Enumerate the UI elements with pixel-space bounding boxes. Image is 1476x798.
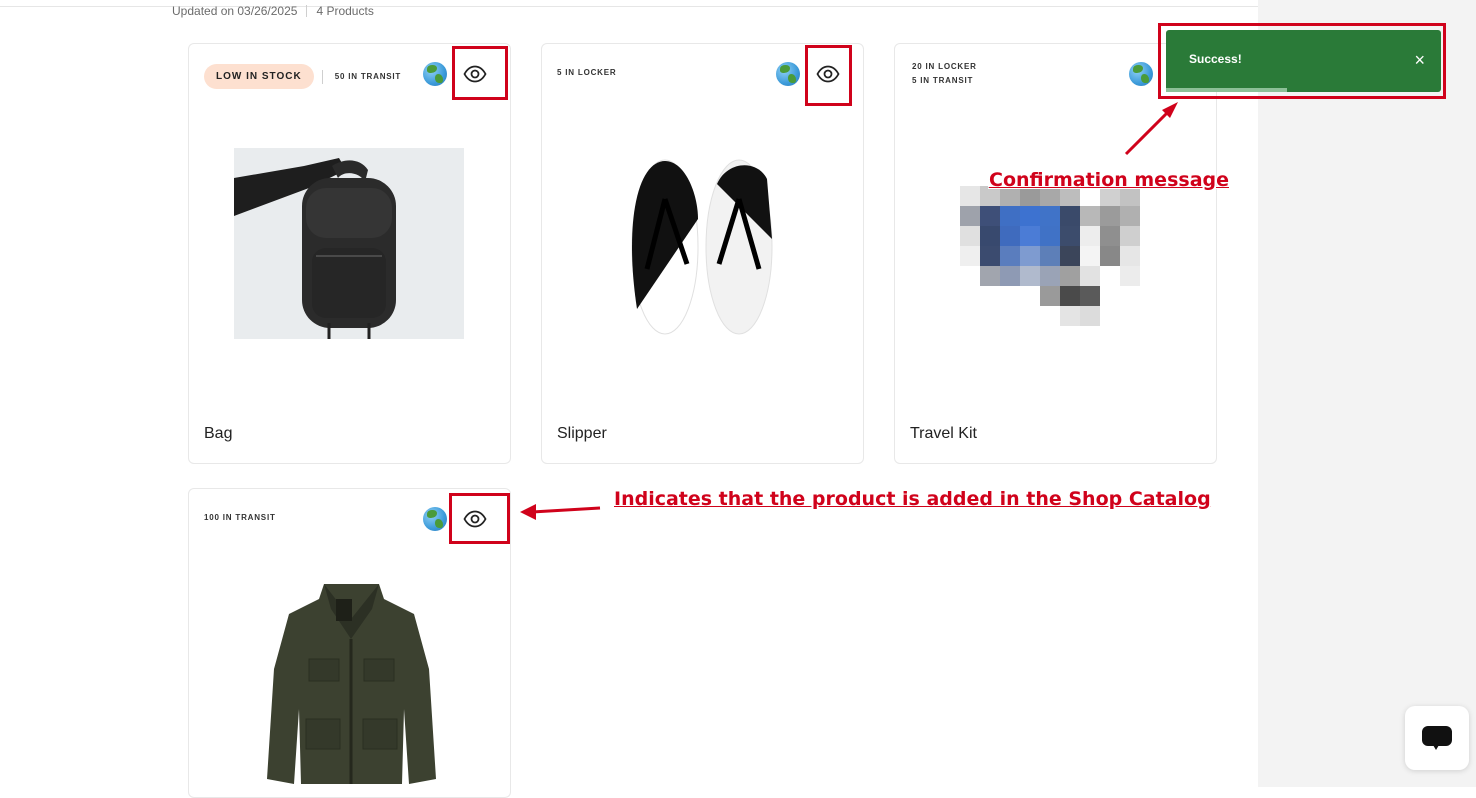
product-image-bag <box>234 148 464 339</box>
meta-separator <box>306 5 308 17</box>
products-count: 4 Products <box>316 4 374 18</box>
stock-separator <box>321 69 323 84</box>
product-name[interactable]: Bag <box>204 425 232 443</box>
eye-highlight-box <box>449 493 510 544</box>
eye-highlight-box <box>452 46 508 100</box>
annotation-confirmation: Confirmation message <box>989 169 1229 191</box>
stock-info: LOW IN STOCK 50 IN TRANSIT <box>204 64 401 89</box>
product-image-travel-kit <box>960 186 1160 328</box>
eye-highlight-box <box>805 45 852 106</box>
right-panel <box>1258 0 1476 787</box>
globe-icon <box>423 62 447 86</box>
globe-icon <box>776 62 800 86</box>
product-name[interactable]: Slipper <box>557 425 607 443</box>
stock-locker: 20 IN LOCKER <box>912 62 977 71</box>
updated-date: Updated on 03/26/2025 <box>172 4 298 18</box>
stock-transit: 5 IN TRANSIT <box>912 76 974 85</box>
stock-transit: 100 IN TRANSIT <box>204 513 276 522</box>
stock-transit: 50 IN TRANSIT <box>334 71 402 81</box>
product-image-jacket <box>264 579 439 789</box>
annotation-arrow-toast <box>1124 102 1178 156</box>
annotation-arrow-eye <box>520 504 601 520</box>
catalog-meta: Updated on 03/26/2025 4 Products <box>172 4 374 18</box>
product-card-bag[interactable]: LOW IN STOCK 50 IN TRANSIT Bag <box>188 43 511 464</box>
stock-info: 5 IN LOCKER <box>557 66 616 80</box>
product-name[interactable]: Travel Kit <box>910 425 977 443</box>
globe-icon <box>423 507 447 531</box>
stock-locker: 5 IN LOCKER <box>557 68 617 77</box>
product-image-slipper <box>627 159 777 339</box>
chat-icon <box>1422 726 1452 750</box>
product-card-slipper[interactable]: 5 IN LOCKER Slipper <box>541 43 864 464</box>
toast-highlight-box <box>1158 23 1446 99</box>
chat-widget-button[interactable] <box>1405 706 1469 770</box>
stock-info: 100 IN TRANSIT <box>204 511 276 525</box>
globe-icon <box>1129 62 1153 86</box>
low-stock-badge: LOW IN STOCK <box>204 64 314 89</box>
annotation-catalog: Indicates that the product is added in t… <box>614 488 1211 510</box>
stock-info: 20 IN LOCKER 5 IN TRANSIT <box>912 60 977 88</box>
